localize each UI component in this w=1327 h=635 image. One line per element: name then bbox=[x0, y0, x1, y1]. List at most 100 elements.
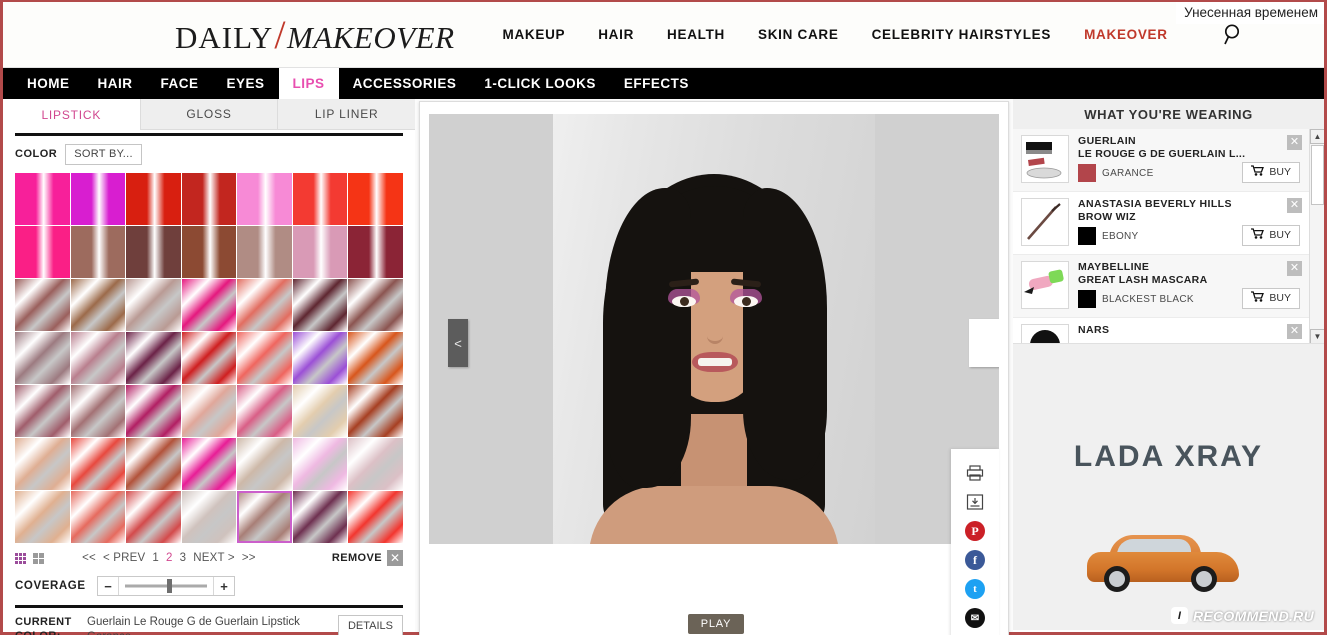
color-swatch[interactable] bbox=[181, 491, 237, 543]
color-swatch[interactable] bbox=[15, 438, 70, 490]
color-swatch[interactable] bbox=[15, 173, 70, 225]
top-nav-item-makeover[interactable]: MAKEOVER bbox=[1084, 27, 1168, 42]
color-swatch[interactable] bbox=[181, 385, 237, 437]
page-1[interactable]: 1 bbox=[152, 552, 159, 564]
color-swatch[interactable] bbox=[292, 226, 348, 278]
color-swatch[interactable] bbox=[126, 332, 181, 384]
color-swatch[interactable] bbox=[292, 173, 348, 225]
color-swatch[interactable] bbox=[237, 491, 292, 543]
coverage-track[interactable] bbox=[118, 577, 214, 595]
coverage-knob[interactable] bbox=[167, 579, 172, 593]
next-model-button[interactable]: > bbox=[969, 319, 999, 367]
color-swatch[interactable] bbox=[237, 173, 292, 225]
page-2[interactable]: 2 bbox=[166, 552, 173, 564]
scroll-thumb[interactable] bbox=[1311, 145, 1324, 205]
page-last[interactable]: >> bbox=[242, 552, 256, 564]
sub-nav-item-eyes[interactable]: EYES bbox=[213, 68, 279, 99]
prev-model-button[interactable]: < bbox=[448, 319, 468, 367]
color-swatch-grid[interactable] bbox=[15, 173, 403, 543]
worn-products-list[interactable]: GUERLAIN LE ROUGE G DE GUERLAIN L... GAR… bbox=[1013, 129, 1324, 344]
color-swatch[interactable] bbox=[292, 438, 348, 490]
sub-nav-item-hair[interactable]: HAIR bbox=[84, 68, 147, 99]
color-swatch[interactable] bbox=[70, 385, 126, 437]
color-swatch[interactable] bbox=[70, 279, 126, 331]
color-swatch[interactable] bbox=[292, 385, 348, 437]
top-nav-item-celebrity-hairstyles[interactable]: CELEBRITY HAIRSTYLES bbox=[872, 27, 1052, 42]
coverage-increase-button[interactable]: + bbox=[214, 577, 234, 595]
color-swatch[interactable] bbox=[15, 385, 70, 437]
tab-lip-liner[interactable]: LIP LINER bbox=[278, 99, 416, 130]
close-icon[interactable]: ✕ bbox=[386, 550, 403, 566]
page-first[interactable]: << bbox=[82, 552, 96, 564]
color-swatch[interactable] bbox=[292, 491, 348, 543]
color-swatch[interactable] bbox=[181, 226, 237, 278]
sub-nav-item-home[interactable]: HOME bbox=[13, 68, 84, 99]
color-swatch[interactable] bbox=[70, 226, 126, 278]
sub-nav-item-face[interactable]: FACE bbox=[147, 68, 213, 99]
color-swatch[interactable] bbox=[237, 332, 292, 384]
color-swatch[interactable] bbox=[348, 438, 403, 490]
color-swatch[interactable] bbox=[237, 438, 292, 490]
remove-control[interactable]: REMOVE ✕ bbox=[332, 550, 403, 566]
sub-nav-item-effects[interactable]: EFFECTS bbox=[610, 68, 703, 99]
color-swatch[interactable] bbox=[70, 491, 126, 543]
color-swatch[interactable] bbox=[126, 385, 181, 437]
color-swatch[interactable] bbox=[126, 173, 181, 225]
color-swatch[interactable] bbox=[237, 279, 292, 331]
color-swatch[interactable] bbox=[15, 491, 70, 543]
twitter-icon[interactable]: t bbox=[965, 579, 985, 599]
color-swatch[interactable] bbox=[70, 332, 126, 384]
color-swatch[interactable] bbox=[70, 438, 126, 490]
tab-gloss[interactable]: GLOSS bbox=[140, 99, 279, 130]
advertisement[interactable]: LADA XRAY I RECOMMEND.RU bbox=[1013, 344, 1324, 630]
color-swatch[interactable] bbox=[126, 226, 181, 278]
tab-lipstick[interactable]: LIPSTICK bbox=[3, 99, 141, 130]
buy-button[interactable]: BUY bbox=[1242, 288, 1300, 309]
color-swatch[interactable] bbox=[348, 173, 403, 225]
details-button[interactable]: DETAILS bbox=[337, 615, 403, 635]
close-icon[interactable]: ✕ bbox=[1287, 135, 1302, 150]
model-photo-area[interactable]: < > bbox=[429, 114, 999, 544]
color-swatch[interactable] bbox=[292, 279, 348, 331]
play-button[interactable]: PLAY bbox=[688, 614, 744, 634]
scroll-up-button[interactable]: ▲ bbox=[1310, 129, 1324, 144]
pinterest-icon[interactable]: P bbox=[965, 521, 985, 541]
color-swatch[interactable] bbox=[237, 385, 292, 437]
page-3[interactable]: 3 bbox=[180, 552, 187, 564]
top-nav-item-hair[interactable]: HAIR bbox=[598, 27, 634, 42]
list-item[interactable]: GUERLAIN LE ROUGE G DE GUERLAIN L... GAR… bbox=[1013, 129, 1324, 192]
close-icon[interactable]: ✕ bbox=[1287, 261, 1302, 276]
list-item[interactable]: MAYBELLINE GREAT LASH MASCARA BLACKEST B… bbox=[1013, 255, 1324, 318]
color-swatch[interactable] bbox=[70, 173, 126, 225]
sub-nav-item-lips[interactable]: LIPS bbox=[278, 68, 339, 99]
sub-nav-item-accessories[interactable]: ACCESSORIES bbox=[339, 68, 471, 99]
color-swatch[interactable] bbox=[181, 173, 237, 225]
color-swatch[interactable] bbox=[348, 385, 403, 437]
top-nav-item-makeup[interactable]: MAKEUP bbox=[503, 27, 566, 42]
list-item[interactable]: NARS ✕ bbox=[1013, 318, 1324, 343]
site-logo[interactable]: DAILY / MAKEOVER bbox=[175, 11, 455, 58]
buy-button[interactable]: BUY bbox=[1242, 225, 1300, 246]
top-nav-item-health[interactable]: HEALTH bbox=[667, 27, 725, 42]
color-swatch[interactable] bbox=[126, 438, 181, 490]
save-icon[interactable] bbox=[965, 492, 985, 512]
coverage-slider[interactable]: − + bbox=[97, 576, 235, 596]
color-swatch[interactable] bbox=[126, 279, 181, 331]
color-swatch[interactable] bbox=[15, 226, 70, 278]
facebook-icon[interactable]: f bbox=[965, 550, 985, 570]
scroll-down-button[interactable]: ▼ bbox=[1310, 329, 1324, 343]
page-prev[interactable]: < PREV bbox=[103, 552, 145, 564]
color-swatch[interactable] bbox=[15, 279, 70, 331]
coverage-decrease-button[interactable]: − bbox=[98, 577, 118, 595]
close-icon[interactable]: ✕ bbox=[1287, 198, 1302, 213]
color-swatch[interactable] bbox=[15, 332, 70, 384]
color-swatch[interactable] bbox=[348, 279, 403, 331]
color-swatch[interactable] bbox=[237, 226, 292, 278]
sub-nav-item-1-click-looks[interactable]: 1-CLICK LOOKS bbox=[470, 68, 610, 99]
color-swatch[interactable] bbox=[348, 332, 403, 384]
list-item[interactable]: ANASTASIA BEVERLY HILLS BROW WIZ EBONY ✕… bbox=[1013, 192, 1324, 255]
color-swatch[interactable] bbox=[348, 491, 403, 543]
grid-2x2-icon[interactable] bbox=[33, 552, 44, 564]
close-icon[interactable]: ✕ bbox=[1287, 324, 1302, 339]
page-next[interactable]: NEXT > bbox=[193, 552, 235, 564]
